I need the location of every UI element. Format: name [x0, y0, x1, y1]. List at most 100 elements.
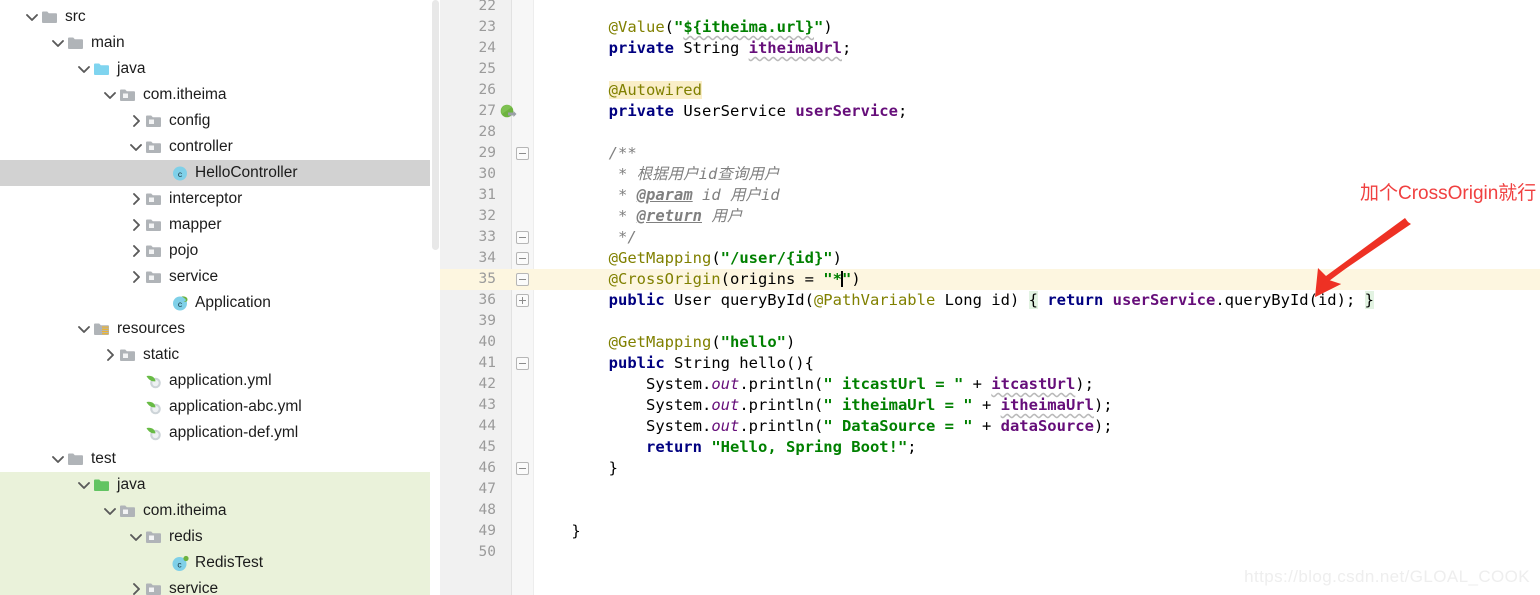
tree-item-controller[interactable]: controller: [0, 134, 440, 160]
tree-item-service[interactable]: service: [0, 264, 440, 290]
fold-collapse-toggle[interactable]: [516, 462, 529, 475]
chevron-down-icon[interactable]: [76, 477, 92, 493]
folder-res-icon: [92, 320, 112, 338]
tree-item-java[interactable]: java: [0, 472, 440, 498]
code-line[interactable]: private String itheimaUrl;: [534, 38, 1540, 59]
class-spring-icon: c: [170, 294, 190, 312]
line-number: 35: [478, 271, 496, 287]
code-token: System.: [645, 417, 712, 435]
code-line[interactable]: @GetMapping("hello"): [534, 332, 1540, 353]
chevron-down-icon[interactable]: [102, 87, 118, 103]
code-token: ;: [897, 102, 908, 120]
chevron-right-icon[interactable]: [128, 217, 144, 233]
code-editor-panel[interactable]: 22 23 @Value("${itheima.url}") 24 private …: [440, 0, 1540, 595]
chevron-down-icon[interactable]: [102, 503, 118, 519]
project-tree-panel[interactable]: src main java com.itheima config controller c H…: [0, 0, 440, 595]
tree-item-java[interactable]: java: [0, 56, 440, 82]
tree-item-mapper[interactable]: mapper: [0, 212, 440, 238]
code-token: "hello": [720, 333, 786, 351]
chevron-right-icon[interactable]: [128, 113, 144, 129]
tree-item-hellocontroller[interactable]: c HelloController: [0, 160, 440, 186]
code-token: +: [963, 375, 992, 393]
tree-item-application-def-yml[interactable]: application-def.yml: [0, 420, 440, 446]
code-line[interactable]: /**: [534, 143, 1540, 164]
code-line[interactable]: private UserService userService;: [534, 101, 1540, 122]
line-number: 23: [478, 19, 496, 35]
folder-package-icon: [118, 86, 138, 104]
chevron-down-icon[interactable]: [128, 529, 144, 545]
tree-item-label: RedisTest: [195, 554, 264, 571]
spring-bean-gutter-icon[interactable]: [500, 104, 517, 120]
tree-item-com-itheima[interactable]: com.itheima: [0, 82, 440, 108]
chevron-right-icon[interactable]: [128, 243, 144, 259]
chevron-down-icon[interactable]: [24, 9, 40, 25]
code-line[interactable]: [534, 500, 1540, 521]
line-number: 31: [478, 187, 496, 203]
code-token: ): [851, 270, 861, 288]
chevron-down-icon[interactable]: [76, 61, 92, 77]
tree-item-main[interactable]: main: [0, 30, 440, 56]
line-number: 43: [478, 397, 496, 413]
fold-collapse-toggle[interactable]: [516, 147, 529, 160]
code-line[interactable]: return "Hello, Spring Boot!";: [534, 437, 1540, 458]
chevron-right-icon[interactable]: [102, 347, 118, 363]
line-number: 48: [478, 502, 496, 518]
code-line[interactable]: System.out.println(" itcastUrl = " + itc…: [534, 374, 1540, 395]
chevron-right-icon[interactable]: [128, 191, 144, 207]
tree-item-application-abc-yml[interactable]: application-abc.yml: [0, 394, 440, 420]
tree-scrollbar-track[interactable]: [430, 0, 440, 595]
tree-item-label: pojo: [169, 242, 199, 259]
tree-item-application[interactable]: c Application: [0, 290, 440, 316]
code-line[interactable]: [534, 311, 1540, 332]
tree-item-redistest[interactable]: c RedisTest: [0, 550, 440, 576]
chevron-down-icon[interactable]: [50, 451, 66, 467]
folder-gray-icon: [66, 34, 86, 52]
fold-collapse-toggle[interactable]: [516, 357, 529, 370]
code-line[interactable]: [534, 0, 1540, 17]
chevron-right-icon[interactable]: [128, 269, 144, 285]
tree-item-application-yml[interactable]: application.yml: [0, 368, 440, 394]
code-line[interactable]: public String hello(){: [534, 353, 1540, 374]
chevron-down-icon[interactable]: [76, 321, 92, 337]
code-token: @Autowired: [608, 81, 702, 99]
code-line[interactable]: }: [534, 458, 1540, 479]
code-line[interactable]: [534, 479, 1540, 500]
tree-item-interceptor[interactable]: interceptor: [0, 186, 440, 212]
folder-blue-icon: [92, 60, 112, 78]
fold-collapse-toggle[interactable]: [516, 252, 529, 265]
code-token: {: [1028, 291, 1038, 309]
tree-item-com-itheima[interactable]: com.itheima: [0, 498, 440, 524]
tree-scrollbar-thumb[interactable]: [432, 0, 439, 250]
chevron-right-icon[interactable]: [128, 581, 144, 595]
tree-item-redis[interactable]: redis: [0, 524, 440, 550]
tree-item-pojo[interactable]: pojo: [0, 238, 440, 264]
tree-item-service[interactable]: service: [0, 576, 440, 595]
tree-item-src[interactable]: src: [0, 4, 440, 30]
tree-item-label: HelloController: [195, 164, 298, 181]
code-token: " DataSource = ": [823, 417, 973, 435]
tree-item-label: java: [117, 60, 146, 77]
tree-item-config[interactable]: config: [0, 108, 440, 134]
tree-item-resources[interactable]: resources: [0, 316, 440, 342]
tree-item-static[interactable]: static: [0, 342, 440, 368]
code-line[interactable]: }: [534, 521, 1540, 542]
chevron-down-icon[interactable]: [50, 35, 66, 51]
code-line[interactable]: [534, 122, 1540, 143]
fold-expand-toggle[interactable]: [516, 294, 529, 307]
code-line[interactable]: System.out.println(" itheimaUrl = " + it…: [534, 395, 1540, 416]
project-tree-list[interactable]: src main java com.itheima config controller c H…: [0, 4, 440, 595]
code-token: ;: [907, 438, 917, 456]
code-line[interactable]: [534, 59, 1540, 80]
chevron-down-icon[interactable]: [128, 139, 144, 155]
fold-collapse-toggle[interactable]: [516, 231, 529, 244]
code-line[interactable]: @Value("${itheima.url}"): [534, 17, 1540, 38]
tree-item-label: service: [169, 580, 219, 595]
code-line[interactable]: @Autowired: [534, 80, 1540, 101]
tree-item-test[interactable]: test: [0, 446, 440, 472]
code-line[interactable]: System.out.println(" DataSource = " + da…: [534, 416, 1540, 437]
code-token: *: [618, 207, 637, 225]
fold-collapse-toggle[interactable]: [516, 273, 529, 286]
code-token: * 根据用户id查询用户: [618, 165, 780, 183]
code-line[interactable]: [534, 542, 1540, 563]
